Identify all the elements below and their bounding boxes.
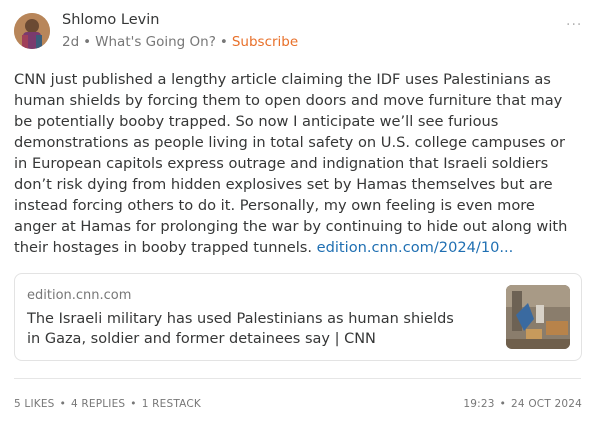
replies-count[interactable]: 4 REPLIES [71, 398, 125, 410]
post-footer: 5 LIKES • 4 REPLIES • 1 RESTACK 19:23 • 24 OCT… [14, 398, 582, 412]
footer-separator: • [499, 398, 507, 410]
publication-name[interactable]: What's Going On? [95, 34, 216, 50]
post-meta: 2d • What's Going On? • Subscribe [62, 34, 298, 50]
link-card-domain: edition.cnn.com [27, 288, 132, 303]
link-card-title: The Israeli military has used Palestinia… [27, 311, 454, 347]
post-body-link[interactable]: edition.cnn.com/2024/10... [317, 239, 514, 256]
post-timestamp: 19:23 • 24 OCT 2024 [463, 398, 582, 410]
more-options-icon[interactable]: ··· [566, 18, 582, 32]
likes-count[interactable]: 5 LIKES [14, 398, 55, 410]
meta-separator: • [83, 34, 92, 50]
footer-divider [14, 378, 581, 379]
meta-separator: • [219, 34, 228, 50]
post-header: Shlomo Levin 2d • What's Going On? • Subscri… [14, 12, 584, 56]
link-card-thumbnail [506, 285, 570, 349]
subscribe-link[interactable]: Subscribe [232, 34, 298, 50]
post-age: 2d [62, 34, 80, 50]
post-date: 24 OCT 2024 [511, 398, 582, 410]
post-body: CNN just published a lengthy article cla… [14, 69, 580, 258]
restacks-count[interactable]: 1 RESTACK [142, 398, 201, 410]
footer-separator: • [59, 398, 66, 410]
link-preview-card[interactable]: edition.cnn.com The Israeli military has… [14, 273, 582, 361]
author-avatar[interactable] [14, 13, 50, 49]
post-body-text: CNN just published a lengthy article cla… [14, 71, 568, 256]
post-time: 19:23 [463, 398, 495, 410]
author-name[interactable]: Shlomo Levin [62, 12, 159, 28]
footer-separator: • [130, 398, 137, 410]
engagement-stats: 5 LIKES • 4 REPLIES • 1 RESTACK [14, 398, 201, 410]
